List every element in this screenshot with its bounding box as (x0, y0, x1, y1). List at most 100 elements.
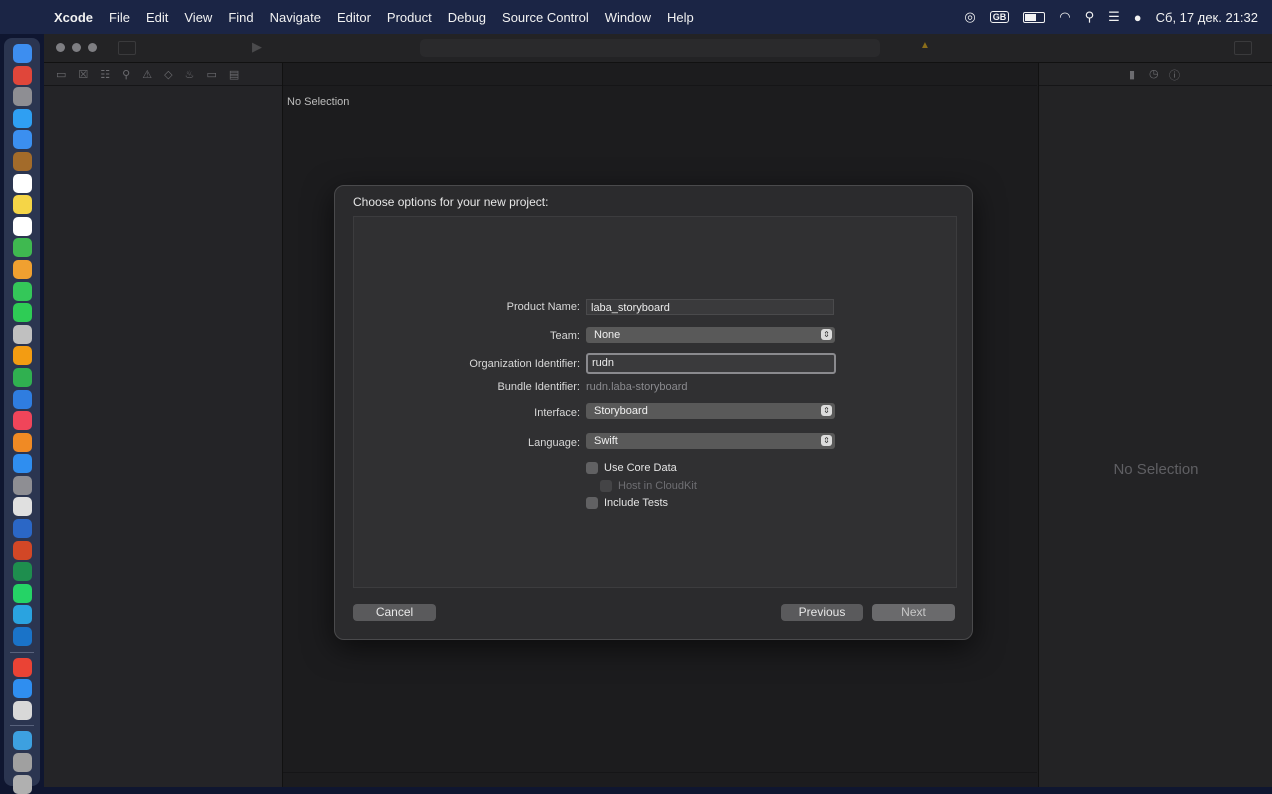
language-popup-value: Swift (594, 435, 618, 447)
menu-product[interactable]: Product (387, 10, 432, 25)
automator-icon[interactable] (12, 324, 32, 344)
language-popup[interactable]: Swift ⇕ (586, 433, 835, 449)
previous-button[interactable]: Previous (781, 604, 863, 621)
zoom-window-button[interactable] (88, 43, 97, 52)
inspector-pane: ▮ ◷ ⓘ No Selection (1038, 63, 1272, 787)
window-toolbar: ▶ ▲ (44, 34, 1272, 63)
menu-source-control[interactable]: Source Control (502, 10, 589, 25)
menu-edit[interactable]: Edit (146, 10, 168, 25)
facetime-icon[interactable] (12, 303, 32, 323)
menu-file[interactable]: File (109, 10, 130, 25)
powerpoint-icon[interactable] (12, 540, 32, 560)
siri-icon[interactable]: ● (1134, 10, 1142, 25)
source-control-navigator-icon[interactable]: ☒ (78, 68, 88, 81)
next-button[interactable]: Next (872, 604, 955, 621)
chrome-icon[interactable] (12, 657, 32, 677)
notes-icon[interactable] (12, 195, 32, 215)
find-navigator-icon[interactable]: ⚲ (122, 68, 130, 81)
debug-navigator-icon[interactable]: ♨ (185, 68, 195, 81)
minimize-window-button[interactable] (72, 43, 81, 52)
menu-window[interactable]: Window (605, 10, 651, 25)
pages-icon[interactable] (12, 346, 32, 366)
popup-chevron-icon: ⇕ (821, 405, 832, 416)
menu-debug[interactable]: Debug (448, 10, 486, 25)
activity-view (420, 39, 880, 57)
downloads-folder-icon[interactable] (12, 731, 32, 751)
numbers-icon[interactable] (12, 367, 32, 387)
issue-navigator-icon[interactable]: ⚠ (142, 68, 152, 81)
new-project-options-sheet: Choose options for your new project: Pro… (334, 185, 973, 640)
breakpoint-navigator-icon[interactable]: ▭ (206, 68, 216, 81)
menu-find[interactable]: Find (228, 10, 253, 25)
include-tests-checkbox[interactable]: Include Tests (586, 497, 668, 509)
menu-editor[interactable]: Editor (337, 10, 371, 25)
messages-icon[interactable] (12, 281, 32, 301)
keyboard-layout-indicator[interactable]: GB (989, 11, 1010, 23)
launchpad-icon[interactable] (12, 65, 32, 85)
menu-xcode[interactable]: Xcode (54, 10, 93, 25)
checkbox-box[interactable] (586, 497, 598, 509)
run-icon[interactable]: ▶ (252, 39, 262, 55)
inspector-no-selection-label: No Selection (1113, 461, 1199, 478)
wifi-icon[interactable]: ◠ (1059, 9, 1070, 25)
outlook-icon[interactable] (12, 627, 32, 647)
menu-help[interactable]: Help (667, 10, 694, 25)
spotlight-search-icon[interactable]: ⚲ (1085, 9, 1095, 25)
maps-icon[interactable] (12, 238, 32, 258)
inspector-selector-bar: ▮ ◷ ⓘ (1039, 63, 1272, 86)
jump-bar (283, 63, 1037, 86)
report-navigator-icon[interactable]: ▤ (229, 68, 239, 81)
app-store-icon[interactable] (12, 454, 32, 474)
inspector-toggle-icon[interactable] (1234, 41, 1252, 55)
menu-navigate[interactable]: Navigate (270, 10, 321, 25)
team-popup[interactable]: None ⇕ (586, 327, 835, 343)
language-label: Language: (528, 437, 580, 449)
find-my-icon[interactable] (12, 497, 32, 517)
project-navigator-icon[interactable]: ▭ (56, 68, 66, 81)
excel-icon[interactable] (12, 562, 32, 582)
menubar-clock[interactable]: Сб, 17 дек. 21:32 (1156, 10, 1258, 25)
reminders-icon[interactable] (12, 216, 32, 236)
safari-icon[interactable] (12, 108, 32, 128)
organization-identifier-label: Organization Identifier: (469, 358, 580, 370)
preview-icon[interactable] (12, 700, 32, 720)
whatsapp-icon[interactable] (12, 583, 32, 603)
product-name-field[interactable]: laba_storyboard (586, 299, 834, 315)
menu-view[interactable]: View (184, 10, 212, 25)
finder-icon[interactable] (12, 44, 32, 63)
bundle-identifier-value: rudn.laba-storyboard (586, 381, 688, 393)
dock-separator (10, 651, 34, 653)
airdrop-icon[interactable]: ◎ (964, 9, 975, 25)
interface-popup[interactable]: Storyboard ⇕ (586, 403, 835, 419)
sidebar-toggle-icon[interactable] (118, 41, 136, 55)
cancel-button[interactable]: Cancel (353, 604, 436, 621)
test-navigator-icon[interactable]: ◇ (164, 68, 172, 81)
organization-identifier-field[interactable]: rudn (586, 353, 836, 374)
quick-help-icon[interactable]: ⓘ (1169, 67, 1180, 83)
launchpad-grid-icon[interactable] (12, 87, 32, 107)
mail-icon[interactable] (12, 130, 32, 150)
keynote-icon[interactable] (12, 389, 32, 409)
books-icon[interactable] (12, 432, 32, 452)
system-settings-icon[interactable] (12, 475, 32, 495)
file-inspector-icon[interactable]: ▮ (1129, 68, 1135, 81)
xcode-icon[interactable] (12, 679, 32, 699)
history-inspector-icon[interactable]: ◷ (1149, 67, 1159, 80)
battery-icon[interactable] (1023, 11, 1046, 23)
checkbox-box[interactable] (586, 462, 598, 474)
telegram-icon[interactable] (12, 605, 32, 625)
notes-brown-icon[interactable] (12, 151, 32, 171)
use-core-data-checkbox[interactable]: Use Core Data (586, 462, 677, 474)
symbol-navigator-icon[interactable]: ☷ (100, 68, 110, 81)
include-tests-label: Include Tests (604, 497, 669, 509)
trash-icon[interactable] (12, 774, 32, 794)
music-icon[interactable] (12, 411, 32, 431)
calendar-icon[interactable] (12, 173, 32, 193)
close-window-button[interactable] (56, 43, 65, 52)
control-center-icon[interactable]: ☰ (1108, 9, 1120, 25)
warning-icon[interactable]: ▲ (920, 40, 930, 51)
document-stack-icon[interactable] (12, 753, 32, 772)
team-popup-value: None (594, 329, 621, 341)
word-icon[interactable] (12, 519, 32, 539)
photos-icon[interactable] (12, 259, 32, 279)
